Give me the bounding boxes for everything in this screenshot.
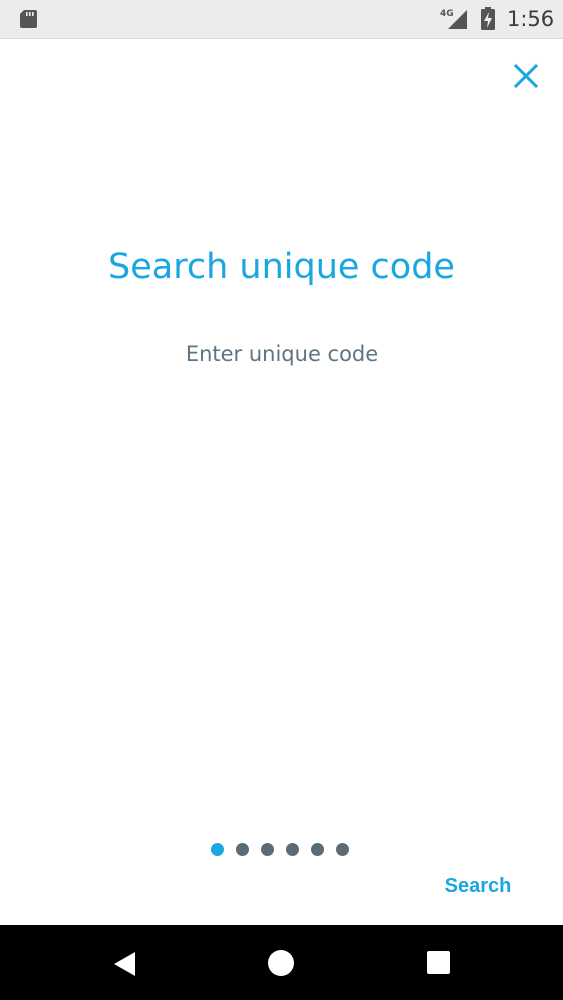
app-screen: 4G 1:56 Search unique code Enter unique … xyxy=(0,0,563,1000)
search-button[interactable]: Search xyxy=(436,871,520,901)
network-type-label: 4G xyxy=(440,9,454,19)
unique-code-input[interactable] xyxy=(82,334,482,374)
battery-charging-icon xyxy=(480,7,496,31)
status-time: 1:56 xyxy=(507,7,555,31)
page-title: Search unique code xyxy=(108,247,455,287)
sd-card-icon xyxy=(18,9,38,29)
back-button[interactable] xyxy=(110,950,140,978)
page-dot-6 xyxy=(336,843,349,856)
system-nav-bar xyxy=(0,925,563,1000)
close-button[interactable] xyxy=(508,58,544,94)
page-dot-2 xyxy=(236,843,249,856)
page-dot-4 xyxy=(286,843,299,856)
recents-button[interactable] xyxy=(427,951,450,974)
page-indicator xyxy=(211,843,349,857)
page-dot-5 xyxy=(311,843,324,856)
close-icon xyxy=(508,58,544,94)
back-triangle-icon xyxy=(110,952,140,982)
home-button[interactable] xyxy=(268,950,294,976)
status-bar: 4G 1:56 xyxy=(0,0,563,39)
page-dot-1 xyxy=(211,843,224,856)
signal-icon: 4G xyxy=(440,7,470,31)
page-dot-3 xyxy=(261,843,274,856)
